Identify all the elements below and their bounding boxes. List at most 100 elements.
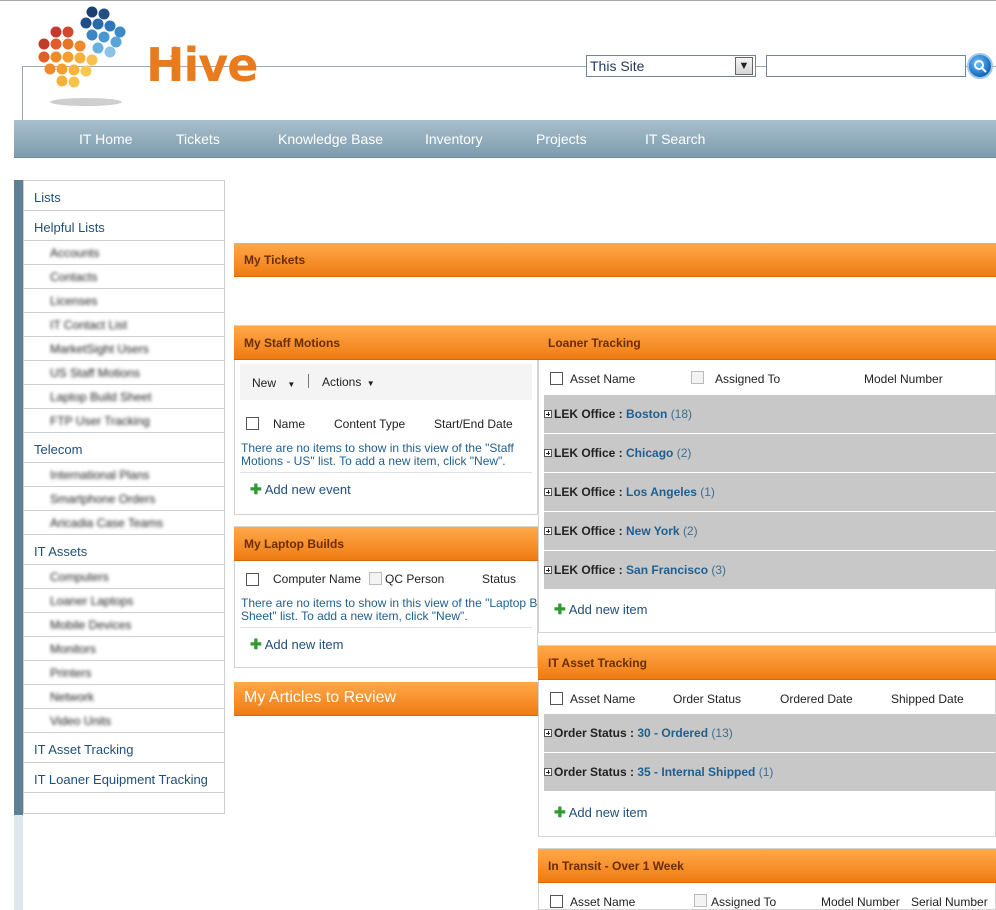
expand-icon[interactable]: [544, 566, 552, 574]
sidebar-heading[interactable]: Lists: [24, 181, 224, 211]
column-header-status[interactable]: Status: [482, 572, 516, 586]
sidebar-item[interactable]: International Plans: [24, 463, 224, 487]
group-row[interactable]: LEK Office : San Francisco (3): [544, 551, 996, 589]
sidebar-item[interactable]: Printers: [24, 661, 224, 685]
nav-it-home[interactable]: IT Home: [79, 131, 132, 147]
search-input[interactable]: [766, 55, 966, 77]
column-header-computer-name[interactable]: Computer Name: [273, 572, 361, 586]
column-header-asset-name[interactable]: Asset Name: [570, 692, 635, 706]
group-row[interactable]: LEK Office : Los Angeles (1): [544, 473, 996, 511]
chevron-down-icon[interactable]: ▼: [735, 57, 753, 75]
sidebar-item[interactable]: Loaner Laptops: [24, 589, 224, 613]
sidebar-item[interactable]: MarketSight Users: [24, 337, 224, 361]
group-value-link[interactable]: San Francisco: [626, 563, 708, 577]
select-all-checkbox[interactable]: [246, 573, 259, 586]
group-row[interactable]: LEK Office : New York (2): [544, 512, 996, 550]
sidebar-heading[interactable]: IT Loaner Equipment Tracking: [24, 763, 224, 793]
nav-inventory[interactable]: Inventory: [425, 131, 483, 147]
nav-it-search[interactable]: IT Search: [645, 131, 705, 147]
add-new-event-link[interactable]: ✚ Add new event: [250, 481, 351, 498]
toolbar-new-button[interactable]: New ▼: [252, 376, 295, 390]
in-transit-title: In Transit - Over 1 Week: [548, 859, 684, 873]
group-value-link[interactable]: 30 - Ordered: [637, 726, 708, 740]
sidebar-heading[interactable]: IT Asset Tracking: [24, 733, 224, 763]
group-value-link[interactable]: 35 - Internal Shipped: [637, 765, 755, 779]
articles-header[interactable]: My Articles to Review: [234, 682, 538, 716]
sidebar-item[interactable]: Smartphone Orders: [24, 487, 224, 511]
sidebar-item-label: Computers: [50, 570, 109, 584]
toolbar-actions-button[interactable]: Actions ▼: [322, 375, 375, 389]
group-field-name: LEK Office: [554, 407, 616, 421]
group-count: (3): [711, 563, 727, 577]
column-header-content-type[interactable]: Content Type: [334, 417, 405, 431]
chevron-down-icon: ▼: [366, 379, 375, 388]
group-value-link[interactable]: Los Angeles: [626, 485, 697, 499]
column-header-assigned-to[interactable]: Assigned To: [711, 895, 776, 909]
sidebar-item[interactable]: Contacts: [24, 265, 224, 289]
in-transit-header[interactable]: In Transit - Over 1 Week: [538, 849, 996, 883]
add-new-item-link[interactable]: ✚ Add new item: [554, 601, 648, 618]
sidebar-heading[interactable]: IT Assets: [24, 535, 224, 565]
qc-person-icon: [369, 572, 382, 585]
empty-message-line: Motions - US" list. To add a new item, c…: [241, 454, 506, 468]
group-value-link[interactable]: Chicago: [626, 446, 673, 460]
expand-icon[interactable]: [544, 729, 552, 737]
separator: [240, 627, 532, 628]
column-header-serial-number[interactable]: Serial Number: [911, 895, 988, 909]
sidebar-item[interactable]: Accounts: [24, 241, 224, 265]
column-header-assigned-to[interactable]: Assigned To: [715, 372, 780, 386]
column-header-shipped-date[interactable]: Shipped Date: [891, 692, 964, 706]
group-value-link[interactable]: New York: [626, 524, 680, 538]
sidebar-item[interactable]: US Staff Motions: [24, 361, 224, 385]
sidebar-item[interactable]: Laptop Build Sheet: [24, 385, 224, 409]
expand-icon[interactable]: [544, 768, 552, 776]
group-row[interactable]: LEK Office : Chicago (2): [544, 434, 996, 472]
my-tickets-header[interactable]: My Tickets: [234, 243, 996, 277]
group-row[interactable]: Order Status : 35 - Internal Shipped (1): [544, 753, 996, 791]
column-header-ordered-date[interactable]: Ordered Date: [780, 692, 853, 706]
loaner-tracking-header[interactable]: Loaner Tracking: [538, 326, 996, 360]
column-header-asset-name[interactable]: Asset Name: [570, 372, 635, 386]
add-new-item-link[interactable]: ✚ Add new item: [250, 636, 344, 653]
add-new-item-link[interactable]: ✚ Add new item: [554, 804, 648, 821]
nav-tickets[interactable]: Tickets: [176, 131, 220, 147]
column-header-name[interactable]: Name: [273, 417, 305, 431]
select-all-checkbox[interactable]: [550, 895, 563, 908]
sidebar-heading[interactable]: Helpful Lists: [24, 211, 224, 241]
group-row[interactable]: Order Status : 30 - Ordered (13): [544, 714, 996, 752]
select-all-checkbox[interactable]: [246, 417, 259, 430]
expand-icon[interactable]: [544, 488, 552, 496]
sidebar-item[interactable]: Computers: [24, 565, 224, 589]
nav-knowledge-base[interactable]: Knowledge Base: [278, 131, 383, 147]
column-header-model-number[interactable]: Model Number: [821, 895, 900, 909]
sidebar-item[interactable]: Aricadia Case Teams: [24, 511, 224, 535]
group-row[interactable]: LEK Office : Boston (18): [544, 395, 996, 433]
search-button[interactable]: [967, 53, 993, 79]
sidebar-item[interactable]: FTP User Tracking: [24, 409, 224, 433]
laptop-builds-header[interactable]: My Laptop Builds: [234, 527, 538, 561]
search-scope-select[interactable]: This Site ▼: [586, 55, 756, 77]
column-header-start-end-date[interactable]: Start/End Date: [434, 417, 513, 431]
select-all-checkbox[interactable]: [550, 692, 563, 705]
expand-icon[interactable]: [544, 410, 552, 418]
sidebar-item[interactable]: Mobile Devices: [24, 613, 224, 637]
asset-tracking-header[interactable]: IT Asset Tracking: [538, 646, 996, 680]
group-value-link[interactable]: Boston: [626, 407, 667, 421]
staff-motions-header[interactable]: My Staff Motions: [234, 326, 538, 360]
column-header-asset-name[interactable]: Asset Name: [570, 895, 635, 909]
sidebar-item-label: Mobile Devices: [50, 618, 132, 632]
expand-icon[interactable]: [544, 527, 552, 535]
sidebar-heading[interactable]: Telecom: [24, 433, 224, 463]
expand-icon[interactable]: [544, 449, 552, 457]
sidebar-item[interactable]: Network: [24, 685, 224, 709]
column-header-model-number[interactable]: Model Number: [864, 372, 943, 386]
sidebar-item[interactable]: Monitors: [24, 637, 224, 661]
hive-logo[interactable]: the Hive: [34, 2, 258, 110]
nav-projects[interactable]: Projects: [536, 131, 587, 147]
sidebar-item[interactable]: Licenses: [24, 289, 224, 313]
select-all-checkbox[interactable]: [550, 372, 563, 385]
sidebar-item[interactable]: IT Contact List: [24, 313, 224, 337]
sidebar-item[interactable]: Video Units: [24, 709, 224, 733]
column-header-order-status[interactable]: Order Status: [673, 692, 741, 706]
column-header-qc-person[interactable]: QC Person: [385, 572, 444, 586]
